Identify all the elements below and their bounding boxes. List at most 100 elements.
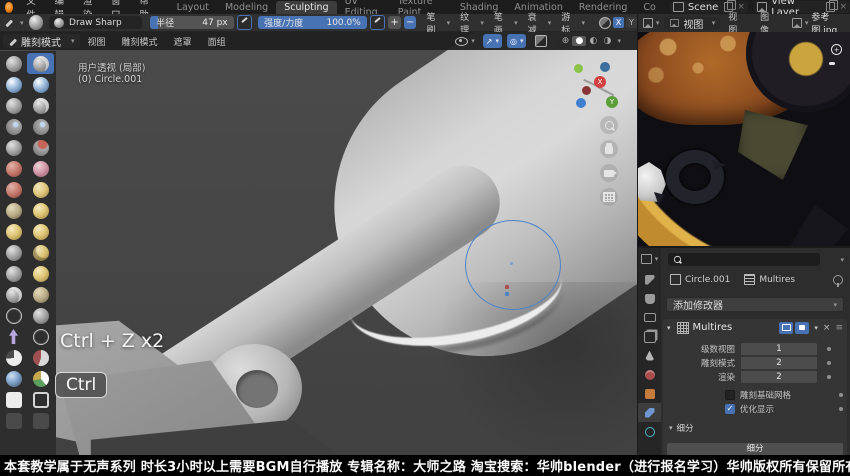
tab-output[interactable] (638, 308, 661, 327)
brush-pinch[interactable] (0, 200, 27, 221)
brush-clay-strips[interactable] (27, 74, 54, 95)
blender-logo-icon[interactable] (5, 2, 13, 13)
brush-draw-sharp[interactable] (27, 53, 54, 74)
navigation-gizmo[interactable]: X Y (572, 60, 624, 112)
brush-layer[interactable] (27, 95, 54, 116)
tool-box-hide[interactable] (27, 389, 54, 410)
image-editor-type-icon[interactable] (643, 18, 653, 28)
tab-physics[interactable] (638, 422, 661, 441)
optimal-display-checkbox[interactable]: ✓ (725, 404, 735, 414)
brush-flatten[interactable] (0, 158, 27, 179)
pin-icon[interactable] (833, 275, 843, 285)
properties-search-input[interactable] (668, 253, 820, 266)
brush-boundary[interactable] (27, 284, 54, 305)
gizmo-axis-y-neg[interactable] (576, 98, 586, 108)
pan-button[interactable] (600, 140, 618, 158)
tool-transform[interactable] (0, 326, 27, 347)
brush-name-field[interactable]: Draw Sharp (49, 16, 142, 29)
brush-crease[interactable] (0, 137, 27, 158)
brush-clay[interactable] (0, 74, 27, 95)
gizmo-axis-y[interactable]: Y (606, 96, 618, 108)
reference-image-view[interactable]: + (637, 32, 850, 246)
brush-mask-alt[interactable] (27, 347, 54, 368)
display-render-toggle[interactable] (795, 322, 809, 334)
shading-material-button[interactable]: ◐ (586, 36, 600, 46)
delete-modifier-icon[interactable]: × (823, 323, 831, 333)
tab-world[interactable] (638, 365, 661, 384)
decorator-dot[interactable] (827, 347, 831, 351)
display-viewport-toggle[interactable] (779, 322, 793, 334)
editor-type-selector[interactable]: ▾ (638, 248, 661, 270)
strength-pressure-toggle[interactable] (370, 15, 386, 30)
decorator-dot[interactable] (827, 375, 831, 379)
tab-tool[interactable] (638, 270, 661, 289)
shading-wireframe-button[interactable]: ⊕ (558, 36, 572, 46)
breadcrumb-modifier[interactable]: Multires (759, 275, 795, 285)
symmetry-y-toggle[interactable]: Y (626, 17, 637, 28)
render-levels-field[interactable]: 2 (741, 371, 817, 383)
gizmo-axis-x-neg[interactable] (582, 86, 591, 95)
add-brush-button[interactable]: + (388, 16, 401, 29)
brush-elastic-deform[interactable] (0, 221, 27, 242)
brush-nudge[interactable] (0, 263, 27, 284)
add-modifier-dropdown[interactable]: 添加修改器 ▾ (666, 297, 844, 312)
tab-modeling[interactable]: Modeling (217, 1, 276, 14)
subdivision-subpanel-header[interactable]: ▾ 细分 (663, 421, 847, 434)
image-datablock-icon[interactable] (792, 18, 802, 28)
viewport-3d[interactable]: 雕刻模式 ▾ 视图 雕刻模式 遮罩 面组 ▾ ↗ ▾ ◎ ▾ (0, 32, 637, 455)
radius-pressure-toggle[interactable] (237, 15, 253, 30)
brush-smooth[interactable] (27, 137, 54, 158)
brush-paint[interactable] (27, 368, 54, 389)
tab-compositing[interactable]: Co (635, 1, 663, 14)
perspective-toggle-button[interactable] (600, 188, 618, 206)
brush-draw-face-sets[interactable] (27, 326, 54, 347)
snap-toggle[interactable]: ↗ ▾ (483, 34, 502, 48)
brush-rotate[interactable] (27, 263, 54, 284)
menu-mask[interactable]: 遮罩 (166, 35, 200, 48)
brush-thumb[interactable] (0, 242, 27, 263)
menu-sculpt[interactable]: 雕刻模式 (114, 35, 166, 48)
decorator-dot[interactable] (839, 407, 843, 411)
camera-view-button[interactable] (600, 164, 618, 182)
brush-multires-displacement[interactable] (0, 368, 27, 389)
zoom-button[interactable] (600, 116, 618, 134)
gizmo-axis-x[interactable]: X (594, 76, 606, 88)
brush-scrape[interactable] (0, 179, 27, 200)
tab-object[interactable] (638, 384, 661, 403)
brush-mask[interactable] (0, 347, 27, 368)
tab-modifiers[interactable] (638, 403, 661, 422)
drag-handle-icon[interactable]: ≡ (835, 323, 843, 333)
modifier-name[interactable]: Multires (693, 322, 733, 333)
filter-dropdown-icon[interactable]: ▾ (840, 256, 844, 264)
modifier-extras-icon[interactable]: ▾ (814, 324, 818, 332)
gizmo-axis-z-neg[interactable] (574, 64, 583, 73)
menu-view[interactable]: 视图 (80, 35, 114, 48)
strength-slider[interactable]: 强度/力度 100.0% (258, 16, 367, 29)
tool-box-mask[interactable] (0, 389, 27, 410)
brush-grab[interactable] (27, 200, 54, 221)
brush-slide-relax[interactable] (0, 284, 27, 305)
expand-icon[interactable]: ▾ (667, 324, 671, 332)
levels-viewport-field[interactable]: 1 (741, 343, 817, 355)
tab-layout[interactable]: Layout (169, 1, 217, 14)
overlays-toggle[interactable] (532, 34, 550, 48)
tab-sculpting[interactable]: Sculpting (276, 1, 336, 14)
tool-box-trim[interactable] (27, 410, 54, 431)
brush-multiplane-scrape[interactable] (27, 179, 54, 200)
brush-pose[interactable] (27, 242, 54, 263)
decorator-dot[interactable] (827, 361, 831, 365)
shading-solid-button[interactable]: ● (572, 36, 586, 46)
sculpt-levels-field[interactable]: 2 (741, 357, 817, 369)
breadcrumb-object[interactable]: Circle.001 (685, 275, 730, 285)
tool-dropdown[interactable]: ▾ (4, 18, 24, 27)
menu-face-sets[interactable]: 面组 (200, 35, 234, 48)
gizmo-axis-z[interactable] (600, 62, 610, 72)
tool-box-face-set[interactable] (0, 410, 27, 431)
brush-blob[interactable] (27, 116, 54, 137)
sculpt-base-mesh-checkbox[interactable] (725, 390, 735, 400)
radius-slider[interactable]: 半径 47 px (150, 16, 234, 29)
subdivide-button[interactable]: 细分 (667, 443, 843, 455)
symmetry-x-toggle[interactable]: X (613, 17, 624, 28)
image-zoom-icon[interactable]: + (831, 44, 842, 55)
proportional-edit-toggle[interactable]: ◎ ▾ (507, 34, 527, 48)
